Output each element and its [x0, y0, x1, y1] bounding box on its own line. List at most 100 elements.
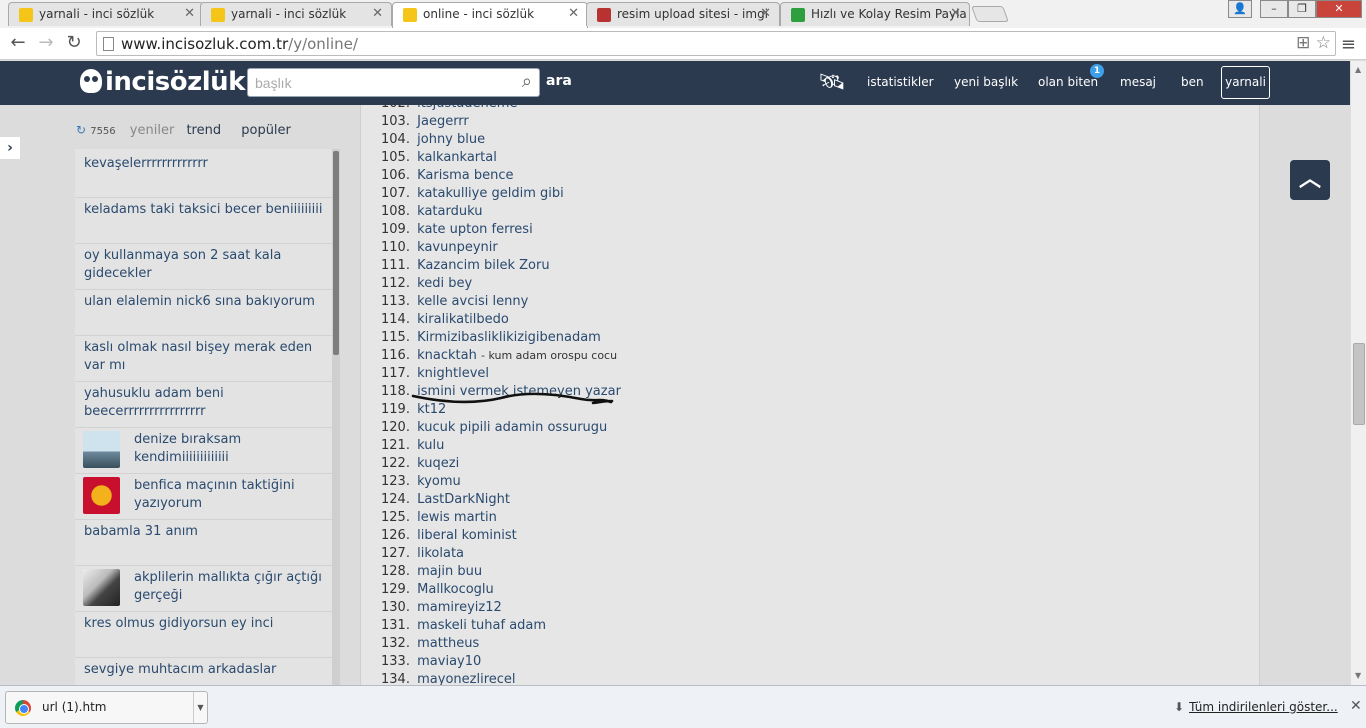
chevron-right-icon[interactable]: ›: [0, 137, 20, 159]
page-scrollbar[interactable]: ▲ ▼: [1350, 61, 1366, 685]
user-nick-link[interactable]: knacktah: [417, 348, 477, 363]
user-nick-link[interactable]: maskeli tuhaf adam: [417, 618, 546, 633]
browser-tab[interactable]: Hızlı ve Kolay Resim Payla ✕: [780, 2, 970, 26]
user-nick-link[interactable]: kavunpeynir: [417, 240, 498, 255]
user-button[interactable]: yarnali: [1221, 66, 1270, 99]
nav-new-topic[interactable]: yeni başlık: [954, 75, 1018, 89]
tab-popular[interactable]: popüler: [241, 123, 291, 138]
chevron-down-icon[interactable]: ▼: [193, 692, 207, 723]
user-nick-link[interactable]: johny blue: [417, 132, 485, 147]
avatar[interactable]: [83, 477, 120, 514]
download-item[interactable]: url (1).htm ▼: [5, 691, 208, 724]
topic-link[interactable]: kevaşelerrrrrrrrrrrrr: [84, 155, 324, 173]
close-tab-icon[interactable]: ✕: [760, 6, 771, 21]
close-window-button[interactable]: ✕: [1316, 0, 1362, 18]
forward-icon[interactable]: →: [34, 32, 58, 54]
show-all-downloads-link[interactable]: ⬇ Tüm indirilenleri göster...: [1174, 700, 1338, 714]
user-nick-link[interactable]: kt12: [417, 402, 446, 417]
topic-link[interactable]: benfica maçının taktiğini yazıyorum: [134, 477, 324, 513]
site-logo[interactable]: incisözlük: [80, 67, 245, 97]
user-nick-link[interactable]: kiralikatilbedo: [417, 312, 509, 327]
avatar[interactable]: [83, 569, 120, 606]
user-nick-link[interactable]: kyomu: [417, 474, 461, 489]
url-text[interactable]: www.incisozluk.com.tr/y/online/: [121, 35, 358, 53]
user-nick-link[interactable]: knightlevel: [417, 366, 489, 381]
user-nick-link[interactable]: mattheus: [417, 636, 479, 651]
nav-statistics[interactable]: istatistikler: [867, 75, 934, 89]
close-icon[interactable]: ✕: [1350, 698, 1362, 714]
close-tab-icon[interactable]: ✕: [372, 6, 383, 21]
user-nick-link[interactable]: katarduku: [417, 204, 482, 219]
satellite-icon[interactable]: 🛰: [818, 70, 846, 95]
tab-new[interactable]: yeniler: [130, 123, 175, 138]
browser-tab[interactable]: resim upload sitesi - imgi ✕: [586, 2, 780, 26]
close-tab-icon[interactable]: ✕: [568, 6, 579, 21]
topic-link[interactable]: yahusuklu adam beni beecerrrrrrrrrrrrrrr…: [84, 385, 324, 421]
user-nick-link[interactable]: Mallkocoglu: [417, 582, 494, 597]
browser-tab[interactable]: yarnali - inci sözlük ✕: [200, 2, 392, 26]
user-profile-icon[interactable]: 👤: [1228, 0, 1252, 18]
online-user-row: 104. johny blue: [381, 131, 485, 149]
user-nick-link[interactable]: Jaegerrr: [417, 114, 469, 129]
user-nick-link[interactable]: kelle avcisi lenny: [417, 294, 528, 309]
user-nick-link[interactable]: kate upton ferresi: [417, 222, 533, 237]
search-icon[interactable]: ⌕: [522, 71, 532, 92]
chrome-menu-icon[interactable]: ≡: [1341, 34, 1356, 55]
user-nick-link[interactable]: kucuk pipili adamin ossurugu: [417, 420, 607, 435]
user-nick-link[interactable]: liberal kominist: [417, 528, 517, 543]
nav-activity[interactable]: olan biten: [1038, 75, 1098, 89]
user-nick-link[interactable]: Kazancim bilek Zoru: [417, 258, 549, 273]
close-tab-icon[interactable]: ✕: [950, 6, 961, 21]
topic-link[interactable]: ulan elalemin nick6 sına bakıyorum: [84, 293, 324, 311]
user-nick-link[interactable]: ismini vermek istemeyen yazar: [417, 384, 621, 399]
refresh-icon[interactable]: ↻: [76, 123, 86, 137]
tab-trend[interactable]: trend: [186, 123, 221, 138]
user-nick-link[interactable]: mamireyiz12: [417, 600, 502, 615]
topic-link[interactable]: oy kullanmaya son 2 saat kala gidecekler: [84, 247, 324, 283]
user-nick-link[interactable]: Karisma bence: [417, 168, 513, 183]
topic-link[interactable]: akplilerin mallıkta çığır açtığı gerçeği: [134, 569, 324, 605]
user-nick-link[interactable]: itsjustadeneme: [417, 105, 517, 111]
topic-link[interactable]: denize bıraksam kendimiiiiiiiiiiiii: [134, 431, 324, 467]
user-nick-link[interactable]: likolata: [417, 546, 464, 561]
topic-link[interactable]: kres olmus gidiyorsun ey inci: [84, 615, 324, 633]
user-nick-link[interactable]: Kirmizibasliklikizigibenadam: [417, 330, 601, 345]
topic-link[interactable]: sevgiye muhtacım arkadaslar: [84, 661, 324, 679]
user-nick-link[interactable]: maviay10: [417, 654, 481, 669]
avatar[interactable]: [83, 431, 120, 468]
user-nick-link[interactable]: kedi bey: [417, 276, 472, 291]
scroll-down-icon[interactable]: ▼: [1355, 671, 1361, 680]
scrollbar-thumb[interactable]: [333, 151, 339, 355]
user-nick-link[interactable]: kalkankartal: [417, 150, 497, 165]
tab-title: yarnali - inci sözlük: [231, 7, 347, 21]
maximize-button[interactable]: ❐: [1288, 0, 1316, 18]
search-button[interactable]: ara: [546, 73, 572, 89]
user-nick-link[interactable]: katakulliye geldim gibi: [417, 186, 564, 201]
user-nick-link[interactable]: lewis martin: [417, 510, 497, 525]
scroll-to-top-button[interactable]: ︿: [1290, 160, 1330, 200]
topic-link[interactable]: keladams taki taksici becer beniiiiiiiii: [84, 201, 324, 219]
topic-link[interactable]: babamla 31 anım: [84, 523, 324, 541]
search-input[interactable]: [248, 69, 498, 96]
nav-messages[interactable]: mesaj: [1120, 75, 1156, 89]
new-tab-button[interactable]: [971, 6, 1009, 22]
close-tab-icon[interactable]: ✕: [184, 6, 195, 21]
bookmark-star-icon[interactable]: ☆: [1316, 33, 1331, 53]
sidebar-scrollbar[interactable]: [332, 149, 340, 685]
topic-link[interactable]: kaslı olmak nasıl bişey merak eden var m…: [84, 339, 324, 375]
scroll-up-icon[interactable]: ▲: [1355, 65, 1361, 74]
reload-icon[interactable]: ↻: [62, 32, 86, 54]
browser-tab-active[interactable]: online - inci sözlük ✕: [392, 2, 588, 28]
translate-icon[interactable]: ⊞: [1296, 33, 1310, 53]
nav-me[interactable]: ben: [1181, 75, 1204, 89]
user-nick-link[interactable]: LastDarkNight: [417, 492, 510, 507]
back-icon[interactable]: ←: [6, 32, 30, 54]
user-nick-link[interactable]: majin buu: [417, 564, 482, 579]
scrollbar-thumb[interactable]: [1353, 343, 1365, 425]
browser-tab[interactable]: yarnali - inci sözlük ✕: [8, 2, 204, 26]
user-nick-link[interactable]: kuqezi: [417, 456, 459, 471]
minimize-button[interactable]: –: [1260, 0, 1288, 18]
address-bar[interactable]: www.incisozluk.com.tr/y/online/ ⊞ ☆: [96, 31, 1336, 56]
user-nick-link[interactable]: kulu: [417, 438, 444, 453]
user-nick-link[interactable]: mayonezlirecel: [417, 672, 515, 685]
